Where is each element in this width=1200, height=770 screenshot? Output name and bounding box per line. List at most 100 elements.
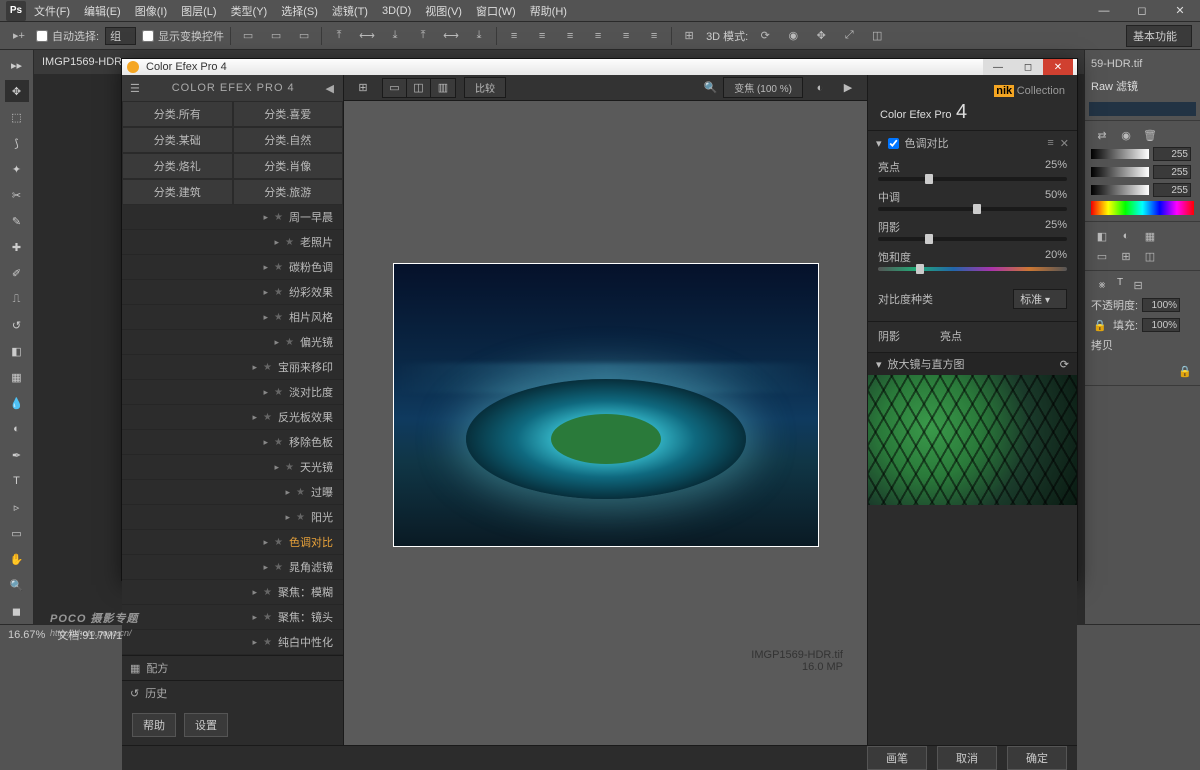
ps-minimize-button[interactable]: —: [1090, 4, 1118, 18]
auto-align-icon[interactable]: ⊞: [678, 26, 700, 46]
effect-item[interactable]: ▸★老照片: [122, 230, 343, 255]
star-icon[interactable]: ★: [274, 262, 283, 273]
crop-tool[interactable]: ✂: [5, 184, 29, 206]
lock-all-icon[interactable]: 🔒: [1176, 363, 1194, 379]
menu-icon[interactable]: ☰: [130, 82, 141, 95]
orbit-3d-icon[interactable]: ⟳: [754, 26, 776, 46]
fx-icon[interactable]: ⨳: [1093, 277, 1111, 293]
menu-help[interactable]: 帮助(H): [524, 3, 573, 19]
raw-filter-label[interactable]: Raw 滤镜: [1089, 74, 1196, 98]
distribute-icon[interactable]: ≡: [615, 26, 637, 46]
marquee-tool[interactable]: ⬚: [5, 106, 29, 128]
star-icon[interactable]: ★: [274, 387, 283, 398]
effect-item[interactable]: ▸★色调对比: [122, 530, 343, 555]
effect-item[interactable]: ▸★移除色板: [122, 430, 343, 455]
bg-toggle-icon[interactable]: ◐: [809, 78, 831, 98]
category-cell[interactable]: 分类.所有: [122, 101, 233, 127]
star-icon[interactable]: ★: [296, 487, 305, 498]
align-mid-icon[interactable]: ⟷: [440, 26, 462, 46]
effect-item[interactable]: ▸★相片风格: [122, 305, 343, 330]
effect-item[interactable]: ▸★晁角滤镜: [122, 555, 343, 580]
dodge-tool[interactable]: ◐: [5, 418, 29, 440]
zoom-dropdown[interactable]: 变焦 (100 %): [723, 77, 803, 98]
effect-item[interactable]: ▸★周一早晨: [122, 205, 343, 230]
loupe-preview[interactable]: [868, 375, 1077, 505]
star-icon[interactable]: ★: [263, 612, 272, 623]
star-icon[interactable]: ★: [296, 512, 305, 523]
star-icon[interactable]: ★: [263, 637, 272, 648]
pan-3d-icon[interactable]: ✥: [810, 26, 832, 46]
category-cell[interactable]: 分类.某础: [122, 127, 233, 153]
distribute-icon[interactable]: ≡: [643, 26, 665, 46]
slider-thumb[interactable]: [925, 234, 933, 244]
hist-b-value[interactable]: [1153, 183, 1191, 197]
menu-type[interactable]: 类型(Y): [225, 3, 274, 19]
link-icon[interactable]: ⊟: [1129, 277, 1147, 293]
panel-toggle-icon[interactable]: ▶: [837, 78, 859, 98]
auto-select-checkbox[interactable]: 自动选择:: [36, 28, 99, 44]
align-center-icon[interactable]: ⟷: [356, 26, 378, 46]
category-cell[interactable]: 分类.肖像: [233, 153, 344, 179]
star-icon[interactable]: ★: [263, 362, 272, 373]
effect-item[interactable]: ▸★宝丽来移印: [122, 355, 343, 380]
effect-item[interactable]: ▸★纷彩效果: [122, 280, 343, 305]
show-transform-checkbox[interactable]: 显示变换控件: [142, 28, 224, 44]
recipe-section[interactable]: ▦ 配方: [122, 655, 343, 680]
category-cell[interactable]: 分类.建筑: [122, 179, 233, 205]
distribute-icon[interactable]: ≡: [587, 26, 609, 46]
effect-item[interactable]: ▸★碳粉色调: [122, 255, 343, 280]
menu-filter[interactable]: 滤镜(T): [326, 3, 374, 19]
help-button[interactable]: 帮助: [132, 713, 176, 737]
layer-item[interactable]: 拷贝: [1089, 335, 1196, 355]
chevron-down-icon[interactable]: ▾: [876, 358, 882, 371]
star-icon[interactable]: ★: [274, 287, 283, 298]
effect-item[interactable]: ▸★过曝: [122, 480, 343, 505]
menu-window[interactable]: 窗口(W): [470, 3, 522, 19]
slider-track[interactable]: [878, 237, 1067, 241]
menu-layer[interactable]: 图层(L): [175, 3, 222, 19]
star-icon[interactable]: ★: [274, 212, 283, 223]
effect-item[interactable]: ▸★淡对比度: [122, 380, 343, 405]
shape-tool[interactable]: ▭: [5, 522, 29, 544]
slider-thumb[interactable]: [925, 174, 933, 184]
star-icon[interactable]: ★: [285, 337, 294, 348]
workspace-dropdown[interactable]: 基本功能: [1126, 25, 1192, 47]
cancel-button[interactable]: 取消: [937, 746, 997, 770]
align-left-icon[interactable]: ⤒: [328, 26, 350, 46]
camera-icon[interactable]: ◉: [1117, 127, 1135, 143]
fill-input[interactable]: [1142, 318, 1180, 332]
menu-file[interactable]: 文件(F): [28, 3, 76, 19]
nik-minimize-button[interactable]: —: [983, 59, 1013, 75]
ps-maximize-button[interactable]: ◻: [1128, 4, 1156, 18]
collapse-icon[interactable]: ◀: [326, 82, 335, 95]
align-icon[interactable]: ▭: [293, 26, 315, 46]
hist-g-value[interactable]: [1153, 165, 1191, 179]
type-tool[interactable]: T: [5, 470, 29, 492]
effect-item[interactable]: ▸★反光板效果: [122, 405, 343, 430]
blur-tool[interactable]: 💧: [5, 392, 29, 414]
star-icon[interactable]: ★: [274, 562, 283, 573]
view-split-icon[interactable]: ◫: [407, 79, 431, 97]
adjust-icon[interactable]: ▦: [1141, 228, 1159, 244]
distribute-icon[interactable]: ≡: [531, 26, 553, 46]
path-select-tool[interactable]: ▹: [5, 496, 29, 518]
effect-item[interactable]: ▸★纯白中性化: [122, 630, 343, 655]
heal-tool[interactable]: ✚: [5, 236, 29, 258]
swatches-icon[interactable]: ◼: [5, 600, 29, 622]
nik-close-button[interactable]: ✕: [1043, 59, 1073, 75]
effect-enable-checkbox[interactable]: [888, 138, 899, 149]
slider-track[interactable]: [878, 267, 1067, 271]
align-bot-icon[interactable]: ⤓: [468, 26, 490, 46]
menu-image[interactable]: 图像(I): [129, 3, 173, 19]
lasso-tool[interactable]: ⟆: [5, 132, 29, 154]
grid-icon[interactable]: ⊞: [352, 78, 374, 98]
star-icon[interactable]: ★: [274, 537, 283, 548]
settings-button[interactable]: 设置: [184, 713, 228, 737]
star-icon[interactable]: ★: [285, 462, 294, 473]
nik-maximize-button[interactable]: ◻: [1013, 59, 1043, 75]
screen-mode-icon[interactable]: ▸▸: [5, 54, 29, 76]
ps-close-button[interactable]: ✕: [1166, 4, 1194, 18]
align-top-icon[interactable]: ⤒: [412, 26, 434, 46]
stamp-tool[interactable]: ⎍: [5, 288, 29, 310]
wand-tool[interactable]: ✦: [5, 158, 29, 180]
